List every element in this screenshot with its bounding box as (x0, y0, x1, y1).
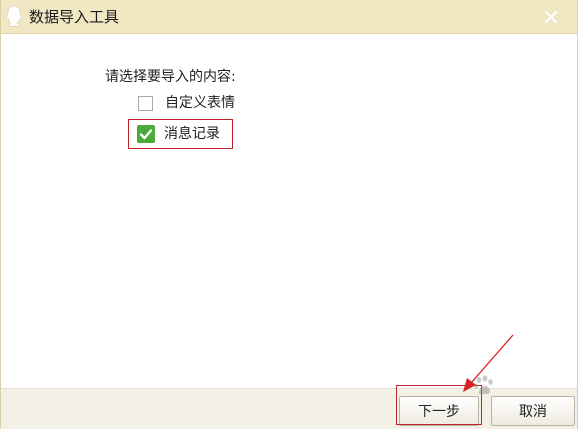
custom-emoji-checkbox[interactable] (138, 95, 153, 111)
close-icon[interactable] (543, 9, 559, 25)
option-label: 自定义表情 (165, 95, 235, 111)
window-title: 数据导入工具 (29, 8, 120, 26)
option-label: 消息记录 (164, 126, 220, 142)
next-button[interactable]: 下一步 (399, 396, 479, 426)
content-area: 请选择要导入的内容: 自定义表情 消息记录 (1, 34, 577, 388)
prompt-label: 请选择要导入的内容: (105, 69, 236, 85)
option-custom-emoji[interactable]: 自定义表情 (138, 93, 235, 113)
cancel-button[interactable]: 取消 (491, 396, 575, 426)
data-import-window: 数据导入工具 请选择要导入的内容: 自定义表情 消息记录 下一步 取消 (0, 0, 578, 429)
titlebar: 数据导入工具 (1, 0, 577, 34)
qq-penguin-icon (5, 5, 23, 27)
message-history-checkbox[interactable] (137, 125, 155, 143)
checkmark-icon (139, 129, 153, 140)
option-message-history[interactable]: 消息记录 (137, 124, 220, 144)
